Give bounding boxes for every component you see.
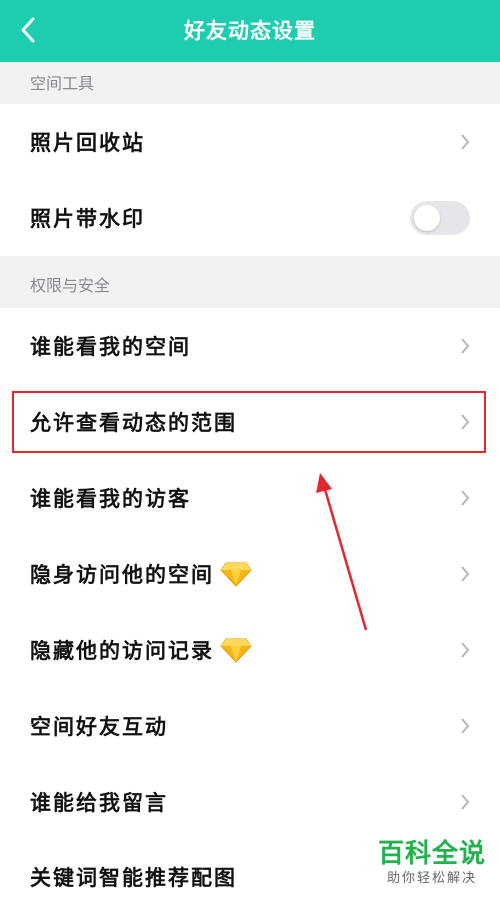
watermark-title: 百科全说	[377, 839, 486, 869]
row-label: 关键词智能推荐配图	[30, 865, 237, 890]
header-bar: 好友动态设置	[0, 0, 500, 62]
page-title: 好友动态设置	[184, 19, 316, 43]
watermark-logo: 百科全说 助你轻松解决	[372, 838, 492, 888]
row-label: 谁能看我的空间	[30, 334, 191, 359]
row-label: 照片带水印	[30, 206, 145, 231]
settings-row-who-can-see-space[interactable]: 谁能看我的空间	[0, 308, 500, 384]
row-label: 空间好友互动	[30, 714, 168, 739]
settings-row-feed-visibility-range[interactable]: 允许查看动态的范围	[0, 384, 500, 460]
row-label: 隐藏他的访问记录	[30, 638, 214, 663]
section-header-space-tools: 空间工具	[0, 62, 500, 104]
diamond-icon	[220, 638, 252, 663]
section-header-privacy-security: 权限与安全	[0, 256, 500, 308]
settings-row-photo-watermark: 照片带水印	[0, 180, 500, 256]
settings-row-photo-recycle-bin[interactable]: 照片回收站	[0, 104, 500, 180]
row-label: 谁能给我留言	[30, 790, 168, 815]
diamond-icon	[220, 562, 252, 587]
watermark-toggle[interactable]	[410, 201, 470, 235]
chevron-right-icon	[461, 718, 470, 734]
chevron-right-icon	[461, 338, 470, 354]
watermark-subtitle: 助你轻松解决	[386, 871, 477, 886]
settings-row-invisible-visit[interactable]: 隐身访问他的空间	[0, 536, 500, 612]
toggle-knob	[414, 205, 440, 231]
chevron-right-icon	[461, 642, 470, 658]
row-label: 照片回收站	[30, 130, 145, 155]
settings-row-hide-visit-records[interactable]: 隐藏他的访问记录	[0, 612, 500, 688]
chevron-right-icon	[461, 566, 470, 582]
settings-row-friend-interaction[interactable]: 空间好友互动	[0, 688, 500, 764]
chevron-right-icon	[461, 794, 470, 810]
chevron-right-icon	[461, 134, 470, 150]
row-label: 允许查看动态的范围	[30, 410, 237, 435]
row-label: 隐身访问他的空间	[30, 562, 214, 587]
chevron-right-icon	[461, 490, 470, 506]
settings-row-who-can-see-visitors[interactable]: 谁能看我的访客	[0, 460, 500, 536]
row-label: 谁能看我的访客	[30, 486, 191, 511]
chevron-right-icon	[461, 414, 470, 430]
settings-row-who-can-leave-message[interactable]: 谁能给我留言	[0, 764, 500, 840]
